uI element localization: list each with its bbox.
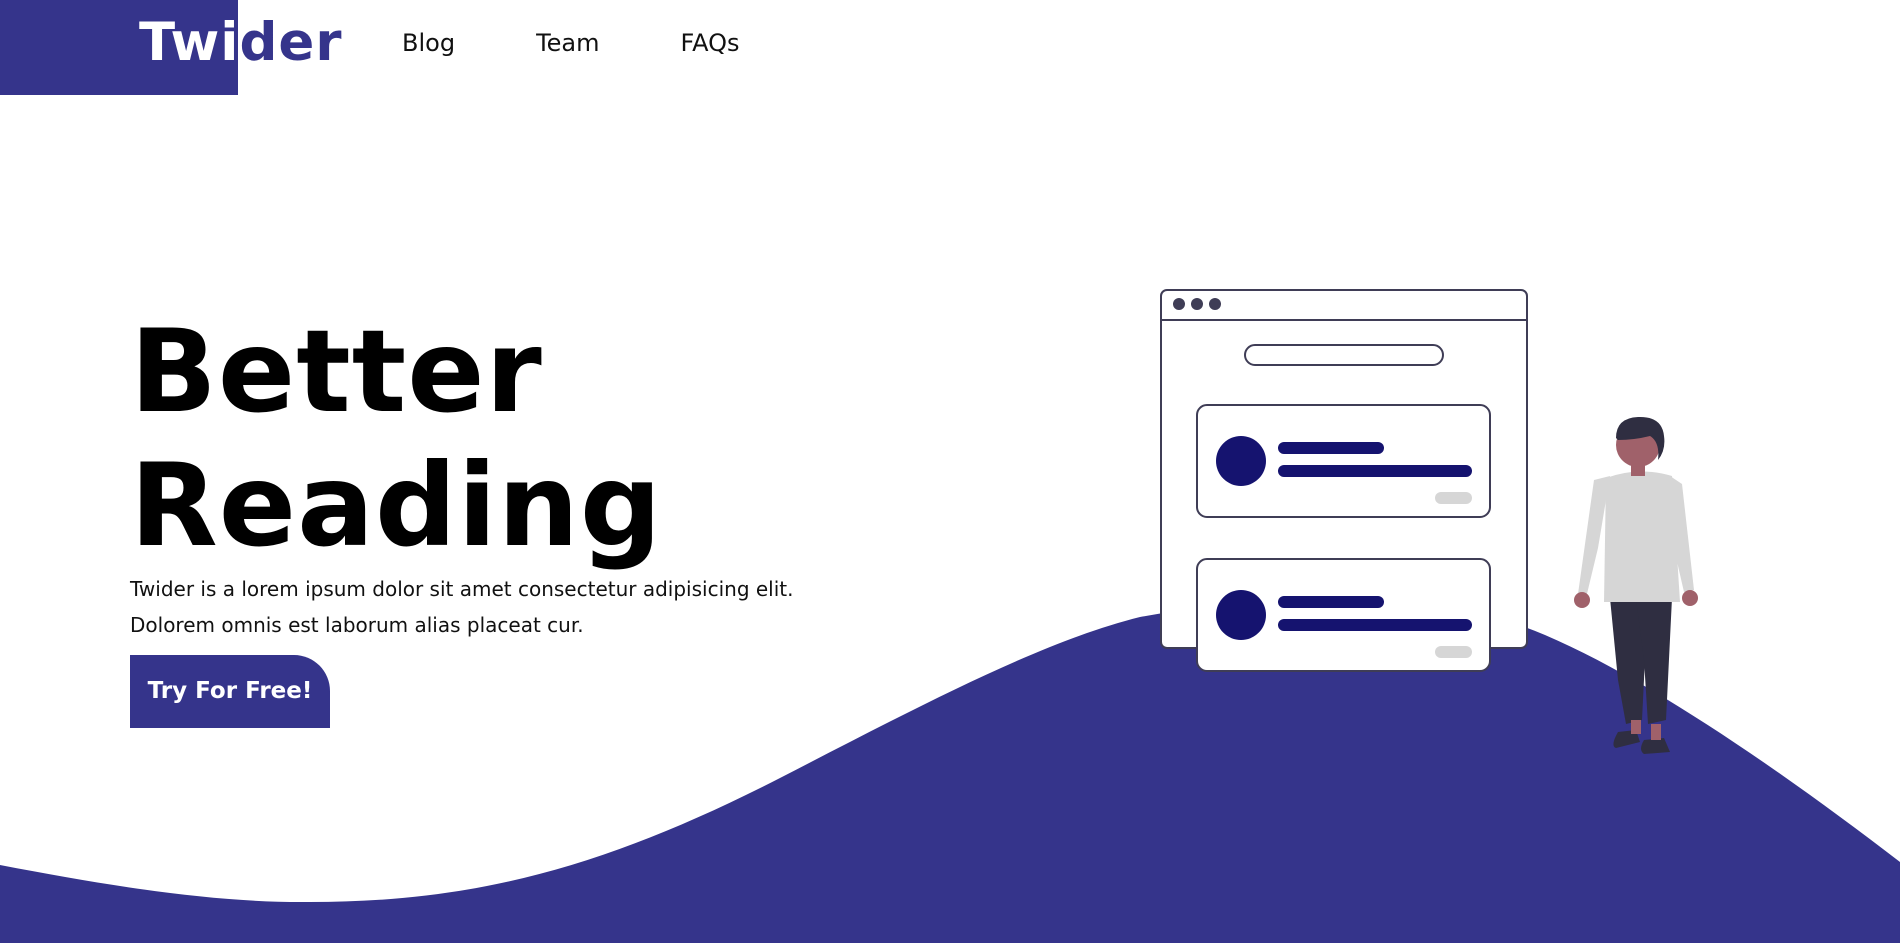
hero-title-line-1: Better [130,305,543,438]
browser-search-bar [1244,344,1444,366]
hero-description-line-1: Twider is a lorem ipsum dolor sit amet c… [130,577,794,601]
hero-title-line-2: Reading [130,439,663,572]
landing-page: Twider Blog Team FAQs Better Reading Twi… [0,0,1900,943]
person-torso [1604,471,1680,602]
person-right-ankle [1651,724,1661,740]
card-2-avatar [1216,590,1266,640]
browser-dot-1 [1173,298,1185,310]
nav-link-team[interactable]: Team [536,25,599,61]
browser-dot-2 [1191,298,1203,310]
card-1-line-short [1278,442,1384,454]
card-2-tag [1435,646,1472,658]
nav-link-blog[interactable]: Blog [402,25,455,61]
hero-illustration [1160,289,1698,754]
card-1-line-long [1278,465,1472,477]
hero-description-line-2: Dolorem omnis est laborum alias placeat … [130,613,584,637]
content-card-2 [1196,558,1491,672]
person-left-ankle [1631,720,1641,734]
brand-logo[interactable]: Twider [139,10,342,76]
main-nav: Blog Team FAQs [402,25,740,61]
nav-link-faqs[interactable]: FAQs [681,25,740,61]
content-card-1 [1196,404,1491,518]
person-standing-icon [1574,416,1698,754]
hero-description: Twider is a lorem ipsum dolor sit amet c… [130,571,850,643]
try-for-free-button[interactable]: Try For Free! [130,655,330,728]
person-right-hand [1682,590,1698,606]
card-1-tag [1435,492,1472,504]
browser-dot-3 [1209,298,1221,310]
person-right-shoe [1641,738,1670,754]
card-2-line-long [1278,619,1472,631]
card-2-line-short [1278,596,1384,608]
person-left-hand [1574,592,1590,608]
hero-title: Better Reading [130,305,662,573]
card-1-avatar [1216,436,1266,486]
